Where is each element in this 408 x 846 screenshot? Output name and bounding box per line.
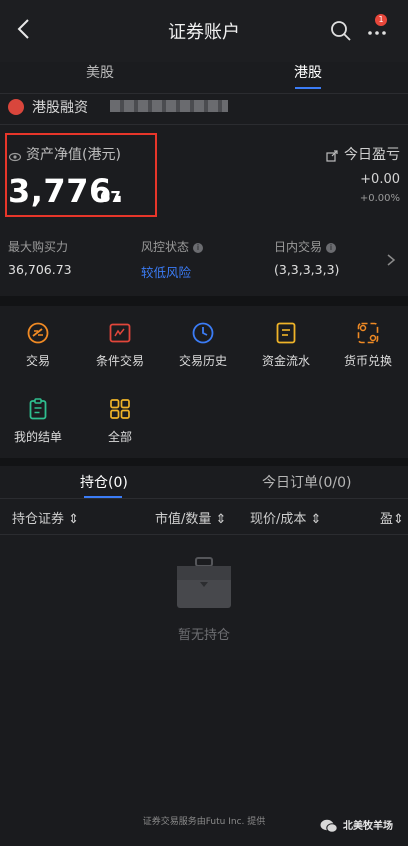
column-market-value[interactable]: 市值/数量 ⇕: [155, 508, 226, 527]
document-icon: [275, 322, 297, 344]
column-pnl[interactable]: 盈⇕: [380, 508, 404, 527]
search-icon[interactable]: [330, 20, 352, 42]
empty-state-text: 暂无持仓: [177, 628, 230, 643]
today-pnl-value: +0.00: [360, 172, 400, 187]
notification-badge: 1: [375, 14, 387, 26]
risk-status-value[interactable]: 较低风险: [141, 262, 191, 281]
function-label: 全部: [107, 430, 132, 444]
grid-icon: [109, 398, 131, 420]
section-separator: [0, 296, 408, 306]
function-trade-history[interactable]: 交易历史: [163, 322, 243, 369]
today-pnl-label: 今日盈亏: [344, 147, 400, 163]
column-price-cost[interactable]: 现价/成本 ⇕: [250, 508, 321, 527]
function-label: 资金流水: [261, 354, 310, 368]
eye-icon[interactable]: [8, 148, 22, 162]
divider: [0, 534, 408, 535]
hk-flag-icon: [8, 99, 24, 115]
watermark-text: 北美牧羊场: [343, 821, 393, 832]
info-icon[interactable]: i: [326, 242, 337, 253]
chevron-right-icon[interactable]: [386, 252, 396, 266]
tab-today-orders[interactable]: 今日订单(0/0): [262, 472, 351, 492]
today-pnl-percent: +0.00%: [359, 193, 400, 204]
function-condition-trade[interactable]: 条件交易: [80, 322, 160, 369]
tab-hk-stocks[interactable]: 港股: [248, 62, 368, 96]
max-buying-power-label: 最大购买力: [8, 240, 69, 254]
tab-holdings[interactable]: 持仓(0): [80, 472, 128, 492]
function-cash-flow[interactable]: 资金流水: [246, 322, 326, 369]
net-asset-decimal: 67: [100, 188, 121, 206]
column-security[interactable]: 持仓证券 ⇕: [12, 508, 79, 527]
info-icon[interactable]: i: [193, 242, 204, 253]
active-tab-indicator: [295, 87, 321, 89]
exchange-icon: [357, 322, 379, 344]
net-asset-label: 资产净值(港元): [26, 147, 121, 163]
function-label: 交易: [25, 354, 50, 368]
divider: [0, 498, 408, 499]
function-currency-exchange[interactable]: 货币兑换: [328, 322, 408, 369]
tab-us-stocks[interactable]: 美股: [40, 62, 160, 96]
function-label: 条件交易: [95, 354, 144, 368]
clock-icon: [192, 322, 214, 344]
function-statements[interactable]: 我的结单: [0, 398, 78, 445]
function-label: 交易历史: [178, 354, 227, 368]
briefcase-icon: [176, 556, 232, 610]
divider: [0, 124, 408, 125]
condition-trade-icon: [109, 322, 131, 344]
risk-status-label: 风控状态 i: [141, 238, 204, 255]
function-trade[interactable]: 交易: [0, 322, 78, 369]
day-trade-value: (3,3,3,3,3): [274, 262, 340, 277]
trade-icon: [27, 322, 49, 344]
divider: [0, 93, 408, 94]
function-all[interactable]: 全部: [80, 398, 160, 445]
max-buying-power-value: 36,706.73: [8, 262, 72, 277]
function-label: 货币兑换: [343, 354, 392, 368]
account-type-label: 港股融资: [32, 100, 88, 116]
clipboard-icon: [27, 398, 49, 420]
function-label: 我的结单: [13, 430, 62, 444]
section-separator: [0, 458, 408, 466]
day-trade-label: 日内交易 i: [274, 238, 337, 255]
share-icon[interactable]: [326, 147, 338, 162]
masked-account-number: [110, 100, 228, 112]
wechat-icon: [320, 818, 338, 833]
